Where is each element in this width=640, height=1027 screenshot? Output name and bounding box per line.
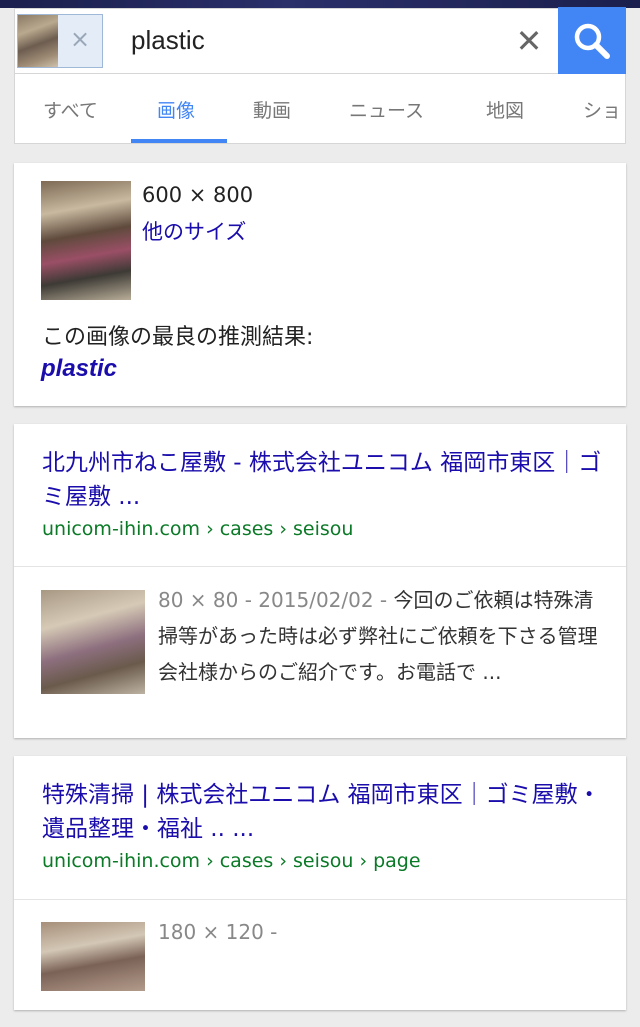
- search-bar: × plastic ✕: [14, 8, 626, 74]
- result-url[interactable]: unicom-ihin.com › cases › seisou › page: [42, 850, 421, 872]
- query-image-preview[interactable]: [41, 181, 131, 300]
- tab-shopping[interactable]: ショ: [583, 96, 621, 123]
- result-title-link[interactable]: 北九州市ねこ屋敷 - 株式会社ユニコム 福岡市東区｜ゴミ屋敷 ...: [42, 446, 602, 514]
- clear-icon[interactable]: ✕: [511, 23, 547, 59]
- result-title-link[interactable]: 特殊清掃 | 株式会社ユニコム 福岡市東区｜ゴミ屋敷・遺品整理・福祉 .. ..…: [42, 778, 602, 846]
- divider: [14, 899, 626, 900]
- tab-maps[interactable]: 地図: [486, 96, 524, 123]
- tab-images[interactable]: 画像: [157, 96, 195, 123]
- image-info-card: 600 × 800 他のサイズ この画像の最良の推測結果: plastic: [14, 163, 626, 406]
- other-sizes-link[interactable]: 他のサイズ: [142, 216, 246, 246]
- result-snippet: 80 × 80 - 2015/02/02 - 今回のご依頼は特殊清掃等があった時…: [158, 582, 608, 690]
- result-url[interactable]: unicom-ihin.com › cases › seisou: [42, 518, 353, 540]
- result-card: 特殊清掃 | 株式会社ユニコム 福岡市東区｜ゴミ屋敷・遺品整理・福祉 .. ..…: [14, 756, 626, 1010]
- search-tabs: すべて 画像 動画 ニュース 地図 ショ: [14, 74, 626, 144]
- result-meta: 180 × 120 -: [158, 920, 278, 944]
- query-image-thumbnail: [18, 15, 58, 67]
- active-tab-indicator: [131, 139, 227, 143]
- best-guess-link[interactable]: plastic: [41, 355, 117, 383]
- tab-news[interactable]: ニュース: [349, 96, 424, 123]
- result-thumbnail[interactable]: [41, 590, 145, 694]
- search-input[interactable]: plastic: [131, 25, 205, 56]
- divider: [14, 566, 626, 567]
- tab-videos[interactable]: 動画: [253, 96, 291, 123]
- image-dimensions: 600 × 800: [142, 183, 254, 207]
- result-meta: 80 × 80 - 2015/02/02 -: [158, 588, 394, 612]
- result-thumbnail[interactable]: [41, 922, 145, 991]
- best-guess-label: この画像の最良の推測結果:: [42, 325, 314, 350]
- result-snippet: 180 × 120 -: [158, 914, 608, 950]
- remove-image-icon[interactable]: ×: [68, 27, 92, 51]
- status-band: [0, 0, 640, 8]
- tab-all[interactable]: すべて: [43, 96, 98, 123]
- search-icon: [574, 23, 610, 59]
- query-image-chip[interactable]: ×: [17, 14, 103, 68]
- search-button[interactable]: [558, 7, 626, 75]
- result-card: 北九州市ねこ屋敷 - 株式会社ユニコム 福岡市東区｜ゴミ屋敷 ... unico…: [14, 424, 626, 738]
